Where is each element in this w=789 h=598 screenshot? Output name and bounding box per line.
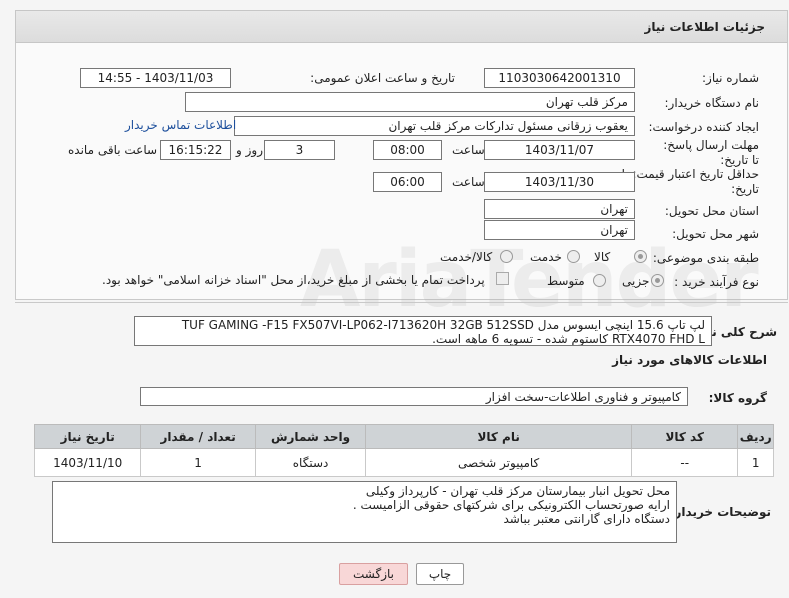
- table-row: 1 -- کامپیوتر شخصی دستگاه 1 1403/11/10: [33, 448, 774, 477]
- col-date: تاریخ نیاز: [33, 424, 142, 449]
- cell-code: --: [631, 448, 739, 477]
- city-label: شهر محل تحویل:: [672, 227, 759, 241]
- back-button[interactable]: بازگشت: [339, 563, 408, 585]
- buyer-notes-line: دستگاه دارای گارانتی معتبر بباشد: [503, 512, 670, 526]
- validity-time-field[interactable]: 06:00: [373, 172, 442, 192]
- category-radio-goods[interactable]: [634, 250, 647, 263]
- announce-field[interactable]: 1403/11/03 - 14:55: [80, 68, 231, 88]
- cell-date: 1403/11/10: [33, 448, 142, 477]
- deadline-date-field[interactable]: 1403/11/07: [484, 140, 635, 160]
- cell-row: 1: [737, 448, 774, 477]
- buyer-notes-field[interactable]: محل تحویل انبار بیمارستان مرکز قلب تهران…: [52, 481, 677, 543]
- category-radio-goods-service[interactable]: [500, 250, 513, 263]
- cell-unit: دستگاه: [254, 448, 367, 477]
- province-label: استان محل تحویل:: [664, 204, 759, 218]
- process-option-medium: متوسط: [547, 274, 585, 288]
- payment-checkbox[interactable]: [496, 272, 509, 285]
- cell-qty: 1: [140, 448, 256, 477]
- payment-note: پرداخت تمام یا بخشی از مبلغ خرید،از محل …: [102, 273, 485, 287]
- category-option-goods-service: کالا/خدمت: [440, 250, 493, 264]
- creator-label: ایجاد کننده درخواست:: [648, 120, 759, 134]
- goods-table: ردیف کد کالا نام کالا واحد شمارش تعداد /…: [33, 424, 774, 477]
- page-title: جزئیات اطلاعات نیاز: [644, 20, 765, 34]
- city-field[interactable]: تهران: [484, 220, 635, 240]
- buyer-org-label: نام دستگاه خریدار:: [664, 96, 760, 110]
- description-field[interactable]: لپ تاپ 15.6 اینچی ایسوس مدل TUF GAMING -…: [134, 316, 712, 346]
- col-unit: واحد شمارش: [254, 424, 367, 449]
- deadline-time-label: ساعت: [452, 143, 485, 157]
- remaining-time-field[interactable]: 16:15:22: [160, 140, 231, 160]
- creator-field[interactable]: یعقوب زرقانی مسئول تدارکات مرکز قلب تهرا…: [234, 116, 635, 136]
- days-label: روز و: [236, 143, 263, 157]
- col-qty: تعداد / مقدار: [140, 424, 256, 449]
- buyer-notes-label: توضیحات خریدار:: [669, 505, 771, 519]
- buyer-notes-line: محل تحویل انبار بیمارستان مرکز قلب تهران…: [365, 484, 670, 498]
- remaining-label: ساعت باقی مانده: [68, 143, 158, 157]
- panel-header: جزئیات اطلاعات نیاز: [15, 10, 788, 43]
- announce-label: تاریخ و ساعت اعلان عمومی:: [310, 71, 455, 85]
- process-option-minor: جزیی: [622, 274, 650, 288]
- validity-label: حداقل تاریخ اعتبار قیمت: تا تاریخ:: [621, 167, 759, 196]
- validity-time-label: ساعت: [452, 175, 485, 189]
- print-button[interactable]: چاپ: [416, 563, 464, 585]
- col-code: کد کالا: [631, 424, 739, 449]
- cell-name: کامپیوتر شخصی: [365, 448, 633, 477]
- province-field[interactable]: تهران: [484, 199, 635, 219]
- category-radio-service[interactable]: [567, 250, 580, 263]
- col-name: نام کالا: [365, 424, 633, 449]
- validity-date-field[interactable]: 1403/11/30: [484, 172, 635, 192]
- col-row: ردیف: [737, 424, 774, 449]
- need-number-field[interactable]: 1103030642001310: [484, 68, 635, 88]
- buyer-notes-line: ارایه صورتحساب الکترونیکی برای شرکتهای ح…: [352, 498, 670, 512]
- divider: [15, 302, 788, 303]
- process-radio-medium[interactable]: [593, 274, 606, 287]
- goods-group-label: گروه کالا:: [708, 391, 767, 405]
- deadline-time-field[interactable]: 08:00: [373, 140, 442, 160]
- category-option-service: خدمت: [530, 250, 562, 264]
- need-number-label: شماره نیاز:: [702, 71, 759, 85]
- deadline-label: مهلت ارسال پاسخ: تا تاریخ:: [663, 138, 759, 167]
- category-option-goods: کالا: [594, 250, 611, 264]
- category-label: طبقه بندی موضوعی:: [652, 251, 759, 265]
- goods-section-title: اطلاعات کالاهای مورد نیاز: [612, 353, 767, 367]
- process-radio-minor[interactable]: [651, 274, 664, 287]
- goods-group-field[interactable]: کامپیوتر و فناوری اطلاعات-سخت افزار: [140, 387, 688, 406]
- contact-link[interactable]: اطلاعات تماس خریدار: [125, 118, 236, 132]
- process-label: نوع فرآیند خرید :: [674, 275, 759, 289]
- days-field[interactable]: 3: [264, 140, 335, 160]
- buyer-org-field[interactable]: مرکز قلب تهران: [185, 92, 635, 112]
